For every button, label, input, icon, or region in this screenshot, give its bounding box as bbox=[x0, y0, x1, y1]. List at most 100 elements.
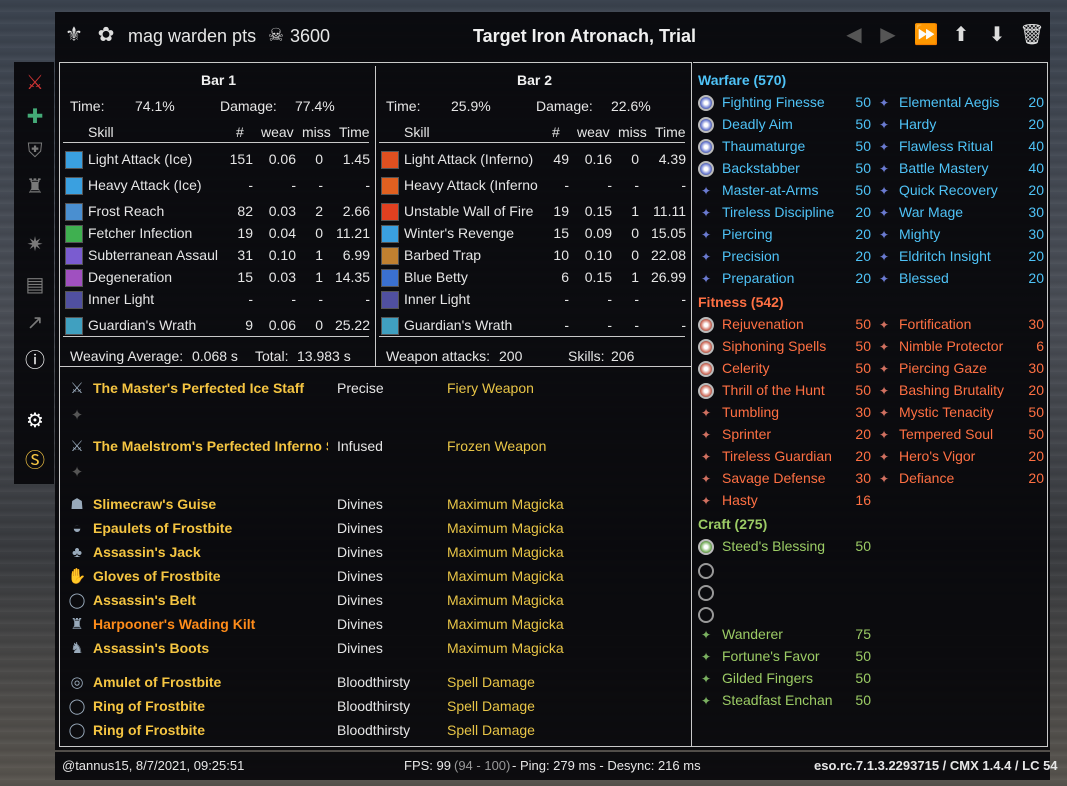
skill-stat: 0.06 bbox=[268, 151, 296, 167]
skills-label: Skills: bbox=[568, 348, 605, 364]
group-icon[interactable]: ♜ bbox=[22, 174, 48, 200]
cp-name: Mystic Tenacity bbox=[899, 404, 994, 420]
cp-value: 50 bbox=[855, 692, 871, 708]
cp-slot-icon bbox=[698, 95, 714, 111]
cp-name: Tireless Discipline bbox=[722, 204, 835, 220]
cp-star-icon: ✦ bbox=[700, 406, 712, 420]
skill-stat: - bbox=[564, 317, 569, 333]
weaving-average-label: Weaving Average: bbox=[70, 348, 184, 364]
skill-stat: 15.05 bbox=[650, 225, 686, 241]
skill-icon bbox=[381, 225, 399, 243]
coin-icon[interactable]: Ⓢ bbox=[22, 448, 48, 474]
heal-icon[interactable]: ✚ bbox=[22, 104, 48, 130]
cp-name: Fortune's Favor bbox=[722, 648, 820, 664]
skill-stat: 6 bbox=[561, 269, 569, 285]
bar2-col-skill: Skill bbox=[404, 124, 430, 140]
empty-slot-icon[interactable] bbox=[698, 607, 714, 623]
cp-star-icon: ✦ bbox=[878, 340, 890, 354]
gear-name[interactable]: Ring of Frostbite bbox=[93, 722, 328, 738]
skill-name: Subterranean Assaul bbox=[88, 247, 218, 263]
weapon-attacks-value: 200 bbox=[499, 348, 523, 364]
skill-name: Inner Light bbox=[88, 291, 155, 307]
cp-name: War Mage bbox=[899, 204, 964, 220]
gear-name[interactable]: Assassin's Boots bbox=[93, 640, 328, 656]
cp-name: Savage Defense bbox=[722, 470, 826, 486]
save-icon[interactable]: ⬇ bbox=[984, 22, 1010, 48]
gear-name[interactable]: Gloves of Frostbite bbox=[93, 568, 328, 584]
skill-name: Winter's Revenge bbox=[404, 225, 515, 241]
cp-star-icon: ✦ bbox=[700, 628, 712, 642]
next-icon[interactable]: ▶ bbox=[875, 22, 901, 48]
skull-icon: ☠ bbox=[267, 25, 285, 45]
page-title: Target Iron Atronach, Trial bbox=[473, 26, 697, 46]
gear-slot-icon: ♜ bbox=[70, 616, 84, 633]
gear-name[interactable]: Harpooner's Wading Kilt bbox=[93, 616, 328, 632]
skill-stat: 1 bbox=[315, 247, 323, 263]
empty-slot-icon[interactable] bbox=[698, 585, 714, 601]
gear-slot-icon: ◯ bbox=[68, 698, 86, 715]
skills-value: 206 bbox=[611, 348, 635, 364]
gear-name[interactable]: Assassin's Belt bbox=[93, 592, 328, 608]
gear-enchant: Spell Damage bbox=[447, 698, 535, 714]
gear-name[interactable]: Assassin's Jack bbox=[93, 544, 328, 560]
gear-slot-icon: ◯ bbox=[68, 722, 86, 739]
axe-icon[interactable]: ⚔ bbox=[22, 70, 48, 96]
cp-name: Tempered Soul bbox=[899, 426, 994, 442]
skill-icon bbox=[381, 203, 399, 221]
gear-name[interactable]: Epaulets of Frostbite bbox=[93, 520, 328, 536]
skill-stat: 2.66 bbox=[342, 203, 370, 219]
cp-value: 30 bbox=[1028, 360, 1044, 376]
gear-trait: Divines bbox=[337, 640, 383, 656]
gear-name[interactable]: The Maelstrom's Perfected Inferno St bbox=[93, 438, 328, 454]
gear-name[interactable]: Ring of Frostbite bbox=[93, 698, 328, 714]
skill-stat: 19 bbox=[553, 203, 569, 219]
cp-star-icon: ✦ bbox=[878, 162, 890, 176]
cp-name: Steed's Blessing bbox=[722, 538, 826, 554]
trash-icon[interactable]: 🗑 bbox=[1019, 22, 1045, 48]
gear-name[interactable]: The Master's Perfected Ice Staff bbox=[93, 380, 328, 396]
previous-icon[interactable]: ◀ bbox=[841, 22, 867, 48]
gear-trait: Divines bbox=[337, 616, 383, 632]
camera-icon[interactable]: ⬆ bbox=[948, 22, 974, 48]
skill-name: Blue Betty bbox=[404, 269, 468, 285]
last-icon[interactable]: ⏩ bbox=[913, 22, 939, 48]
skill-name: Light Attack (Ice) bbox=[88, 151, 193, 167]
gear-enchant: Spell Damage bbox=[447, 674, 535, 690]
skill-icon bbox=[65, 269, 83, 287]
cp-name: Battle Mastery bbox=[899, 160, 989, 176]
gear-slot-icon: ◎ bbox=[70, 674, 84, 691]
skill-name: Inner Light bbox=[404, 291, 471, 307]
empty-slot-icon[interactable] bbox=[698, 563, 714, 579]
info-icon[interactable]: ⓘ bbox=[22, 348, 48, 374]
fps-range: (94 - 100) bbox=[454, 758, 511, 773]
skill-stat: 1 bbox=[631, 269, 639, 285]
burst-icon[interactable]: ✷ bbox=[22, 232, 48, 258]
cp-star-icon: ✦ bbox=[700, 428, 712, 442]
weapon-attacks-label: Weapon attacks: bbox=[386, 348, 491, 364]
cp-name: Hero's Vigor bbox=[899, 448, 976, 464]
cp-value: 20 bbox=[855, 270, 871, 286]
gear-name[interactable]: Slimecraw's Guise bbox=[93, 496, 328, 512]
cp-star-icon: ✦ bbox=[700, 494, 712, 508]
cp-star-icon: ✦ bbox=[878, 428, 890, 442]
total-label: Total: bbox=[255, 348, 289, 364]
scroll-icon[interactable]: ▤ bbox=[22, 272, 48, 298]
cp-value: 50 bbox=[855, 382, 871, 398]
gear-icon[interactable]: ⚙ bbox=[22, 408, 48, 434]
cp-name: Wanderer bbox=[722, 626, 783, 642]
skill-stat: - bbox=[634, 177, 639, 193]
bar1-time-value: 74.1% bbox=[135, 98, 175, 114]
shield-icon[interactable]: ⛨ bbox=[22, 138, 48, 164]
cp-name: Quick Recovery bbox=[899, 182, 998, 198]
cp-star-icon: ✦ bbox=[700, 672, 712, 686]
skill-icon bbox=[65, 151, 83, 169]
skill-name: Heavy Attack (Ice) bbox=[88, 177, 202, 193]
skill-name: Frost Reach bbox=[88, 203, 165, 219]
cp-value: 50 bbox=[855, 138, 871, 154]
skill-stat: 2 bbox=[315, 203, 323, 219]
skill-stat: 0 bbox=[315, 151, 323, 167]
graph-icon[interactable]: ↗ bbox=[22, 310, 48, 336]
gear-name[interactable]: Amulet of Frostbite bbox=[93, 674, 328, 690]
cp-name: Hasty bbox=[722, 492, 758, 508]
skill-stat: 22.08 bbox=[650, 247, 686, 263]
